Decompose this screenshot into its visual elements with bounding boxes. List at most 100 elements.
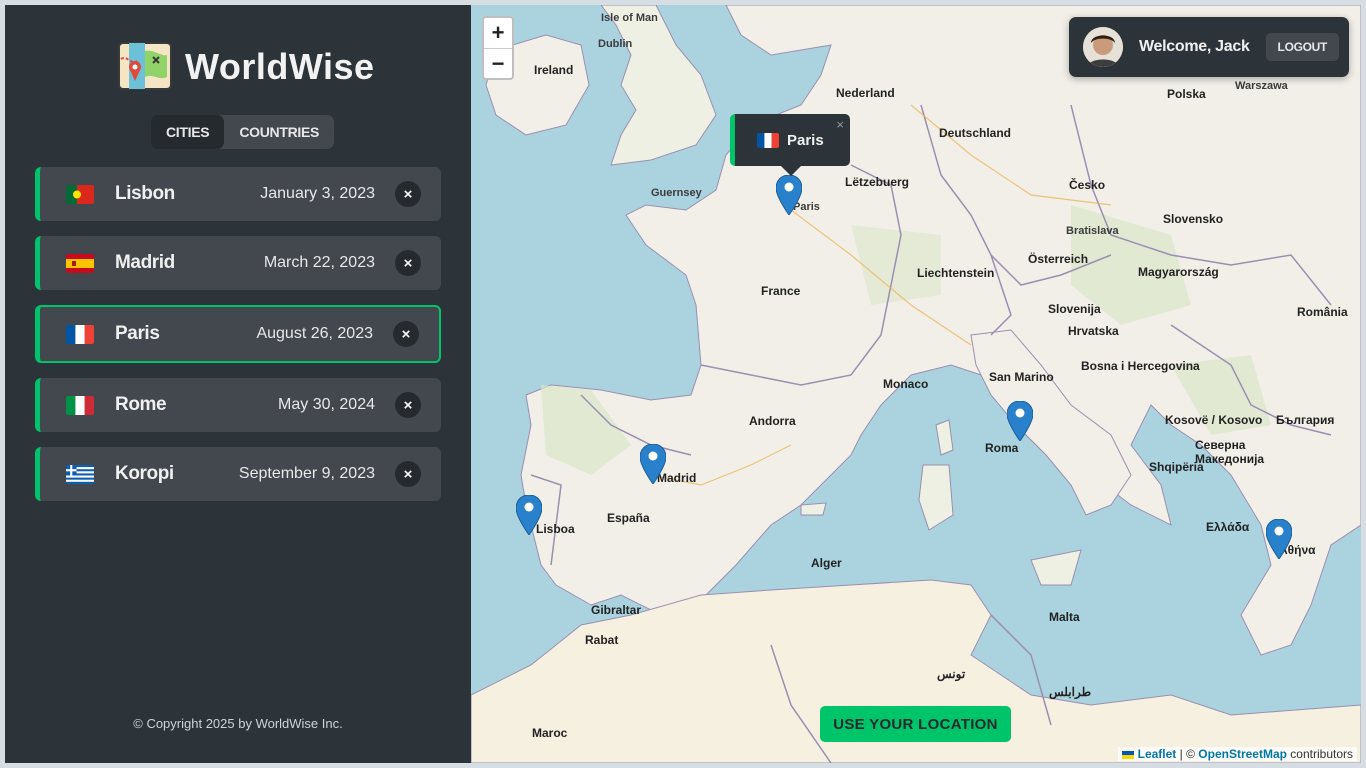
zoom-control: + − xyxy=(482,16,514,80)
map-marker-rome[interactable] xyxy=(1006,400,1034,442)
tab-countries[interactable]: COUNTRIES xyxy=(224,115,334,149)
map-label: Liechtenstein xyxy=(917,266,995,280)
map-label: Polska xyxy=(1167,87,1206,101)
delete-city-button[interactable]: × xyxy=(395,392,421,418)
map-logo-icon xyxy=(118,42,172,90)
map-label: Bosna i Hercegovina xyxy=(1081,359,1200,373)
map-label: Ireland xyxy=(534,63,574,77)
map-label: Warszawa xyxy=(1235,80,1288,92)
city-name: Rome xyxy=(115,394,167,415)
map-label: Gibraltar xyxy=(591,603,642,617)
map-attribution: Leaflet | © OpenStreetMap contributors xyxy=(1118,747,1357,761)
city-name: Lisbon xyxy=(115,183,175,204)
map-pin-icon xyxy=(1006,400,1034,442)
spain-flag-icon xyxy=(66,253,94,273)
map-label: Roma xyxy=(985,441,1019,455)
map-label: Kosovë / Kosovo xyxy=(1165,413,1263,427)
map-label: Bratislava xyxy=(1066,225,1119,237)
city-date: January 3, 2023 xyxy=(260,185,375,202)
map-label: Alger xyxy=(811,556,842,570)
map-marker-koropi[interactable] xyxy=(1265,518,1293,560)
app-name: WorldWise xyxy=(185,46,375,87)
map-label: Nederland xyxy=(836,86,895,100)
city-item-lisbon[interactable]: Lisbon January 3, 2023 × xyxy=(35,167,441,221)
city-list: Lisbon January 3, 2023 × Madrid March 22… xyxy=(35,167,441,516)
map-label: Deutschland xyxy=(939,126,1012,140)
map-label: France xyxy=(761,284,801,298)
map-label: Magyarország xyxy=(1138,265,1219,279)
map-label: Dublin xyxy=(598,38,633,50)
popup-city-name: Paris xyxy=(787,131,824,149)
city-date: August 26, 2023 xyxy=(256,325,373,342)
map-marker-paris[interactable] xyxy=(775,174,803,216)
map-label: Shqipëria xyxy=(1149,460,1204,474)
copyright-footer: © Copyright 2025 by WorldWise Inc. xyxy=(133,716,343,731)
logo[interactable]: WorldWise xyxy=(115,37,375,97)
popup-close-button[interactable]: × xyxy=(836,117,844,132)
city-name: Madrid xyxy=(115,252,175,273)
portugal-flag-icon xyxy=(66,184,94,204)
city-name: Koropi xyxy=(115,463,174,484)
map-label: Ελλάδα xyxy=(1206,520,1250,534)
map-label: طرابلس xyxy=(1049,685,1092,699)
map-label: Lëtzebuerg xyxy=(845,175,910,189)
attribution-suffix: contributors xyxy=(1286,747,1353,761)
logout-button[interactable]: LOGOUT xyxy=(1265,33,1340,61)
map-label: Rabat xyxy=(585,633,619,647)
map-label: Česko xyxy=(1069,178,1106,192)
map-label: Österreich xyxy=(1028,252,1089,266)
city-item-paris[interactable]: Paris August 26, 2023 × xyxy=(35,305,441,363)
use-location-button[interactable]: USE YOUR LOCATION xyxy=(820,706,1011,742)
city-item-madrid[interactable]: Madrid March 22, 2023 × xyxy=(35,236,441,290)
avatar xyxy=(1083,27,1123,67)
map-label: Isle of Man xyxy=(601,12,658,24)
map-label: España xyxy=(607,511,650,525)
delete-city-button[interactable]: × xyxy=(393,321,419,347)
sidebar: WorldWise CITIES COUNTRIES Lisbon Januar… xyxy=(5,5,471,763)
tab-cities[interactable]: CITIES xyxy=(151,115,225,149)
map-label: Hrvatska xyxy=(1068,324,1119,338)
leaflet-link[interactable]: Leaflet xyxy=(1138,747,1177,761)
delete-city-button[interactable]: × xyxy=(395,250,421,276)
map-label: San Marino xyxy=(989,370,1054,384)
city-item-rome[interactable]: Rome May 30, 2024 × xyxy=(35,378,441,432)
map-label: Северна Македонија xyxy=(1195,438,1265,466)
zoom-in-button[interactable]: + xyxy=(484,18,512,48)
openstreetmap-link[interactable]: OpenStreetMap xyxy=(1198,747,1287,761)
italy-flag-icon xyxy=(66,395,94,415)
map-marker-madrid[interactable] xyxy=(639,443,667,485)
france-flag-icon xyxy=(66,324,94,344)
map-label: Slovenija xyxy=(1048,302,1101,316)
ukraine-flag-icon xyxy=(1122,750,1135,759)
france-flag-icon xyxy=(757,132,779,148)
map-pin-icon xyxy=(775,174,803,216)
app-container: WorldWise CITIES COUNTRIES Lisbon Januar… xyxy=(5,5,1361,763)
map-label: România xyxy=(1297,305,1348,319)
map-label: Andorra xyxy=(749,414,796,428)
map-pin-icon xyxy=(1265,518,1293,560)
map-pin-icon xyxy=(515,494,543,536)
city-date: September 9, 2023 xyxy=(238,465,375,482)
map-label: Slovensko xyxy=(1163,212,1224,226)
delete-city-button[interactable]: × xyxy=(395,181,421,207)
map[interactable]: Isle of Man Dublin Ireland Nederland Deu… xyxy=(471,5,1361,763)
city-date: March 22, 2023 xyxy=(263,254,375,271)
map-label: Maroc xyxy=(532,726,568,740)
map-label: Guernsey xyxy=(651,187,702,199)
map-label: България xyxy=(1276,413,1335,427)
view-toggle: CITIES COUNTRIES xyxy=(151,115,335,149)
city-date: May 30, 2024 xyxy=(278,396,375,413)
greece-flag-icon xyxy=(66,464,94,484)
map-pin-icon xyxy=(639,443,667,485)
map-label: Monaco xyxy=(883,377,929,391)
map-label: Malta xyxy=(1049,610,1080,624)
city-item-koropi[interactable]: Koropi September 9, 2023 × xyxy=(35,447,441,501)
map-marker-lisbon[interactable] xyxy=(515,494,543,536)
delete-city-button[interactable]: × xyxy=(395,461,421,487)
user-panel: Welcome, Jack LOGOUT xyxy=(1069,17,1349,77)
city-popup: Paris × xyxy=(730,114,850,176)
attribution-separator: | © xyxy=(1176,747,1199,761)
city-name: Paris xyxy=(115,323,160,344)
map-label: تونس xyxy=(937,667,966,681)
zoom-out-button[interactable]: − xyxy=(484,48,512,78)
